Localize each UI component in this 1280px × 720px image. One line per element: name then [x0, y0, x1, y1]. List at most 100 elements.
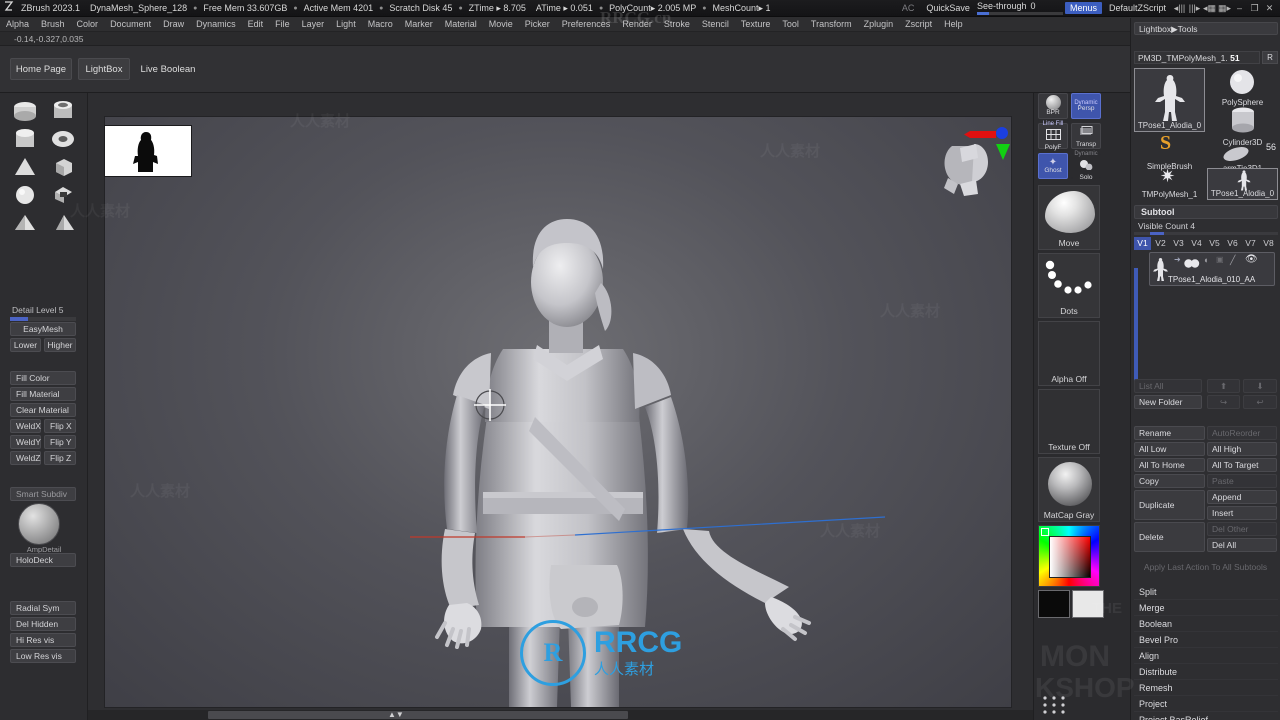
all-high-button[interactable]: All High [1207, 442, 1277, 456]
scroll-arrows-icon[interactable]: ▲▼ [388, 710, 404, 719]
op-remesh[interactable]: Remesh [1134, 680, 1278, 696]
higher-button[interactable]: Higher [44, 338, 76, 352]
scrollbar-thumb[interactable] [208, 711, 628, 719]
vtab-v1[interactable]: V1 [1134, 237, 1151, 250]
all-to-target-button[interactable]: All To Target [1207, 458, 1277, 472]
op-split[interactable]: Split [1134, 584, 1278, 600]
menu-item-transform[interactable]: Transform [805, 19, 858, 29]
vtab-v2[interactable]: V2 [1152, 237, 1169, 250]
transpose-icon[interactable] [1040, 693, 1070, 719]
delete-button[interactable]: Delete [1134, 522, 1205, 552]
cube-icon[interactable] [44, 153, 82, 181]
easymesh-button[interactable]: EasyMesh [10, 322, 76, 336]
lower-button[interactable]: Lower [10, 338, 41, 352]
subtool-list-item[interactable]: ➜ ◖ ▣ ╱ 👁 TPose1_Alodia_010_AA [1149, 252, 1275, 286]
new-folder-button[interactable]: New Folder [1134, 395, 1202, 409]
menu-item-draw[interactable]: Draw [157, 19, 190, 29]
transp-button[interactable]: Transp [1071, 123, 1101, 149]
hi-res-vis-button[interactable]: Hi Res vis [10, 633, 76, 647]
vtab-v5[interactable]: V5 [1206, 237, 1223, 250]
menu-item-document[interactable]: Document [104, 19, 157, 29]
subtool-paint-icon[interactable]: ╱ [1230, 255, 1235, 266]
menu-item-color[interactable]: Color [71, 19, 105, 29]
current-stroke-slot[interactable]: Dots [1038, 253, 1100, 318]
del-all-button[interactable]: Del All [1207, 538, 1277, 552]
flipy-button[interactable]: Flip Y [44, 435, 76, 449]
quicksave-button[interactable]: QuickSave [921, 3, 975, 13]
flipx-button[interactable]: Flip X [44, 419, 76, 433]
view-orientation-gizmo[interactable] [930, 118, 1010, 198]
menu-item-edit[interactable]: Edit [242, 19, 270, 29]
rename-button[interactable]: Rename [1134, 426, 1205, 440]
subtool-section-header[interactable]: Subtool [1134, 205, 1278, 219]
menu-item-stencil[interactable]: Stencil [696, 19, 735, 29]
color-picker-sv-area[interactable] [1049, 536, 1091, 578]
op-project-basrelief[interactable]: Project BasRelief [1134, 712, 1278, 720]
vtab-v6[interactable]: V6 [1224, 237, 1241, 250]
paste-button[interactable]: Paste [1207, 474, 1277, 488]
op-merge[interactable]: Merge [1134, 600, 1278, 616]
fill-material-button[interactable]: Fill Material [10, 387, 76, 401]
low-res-vis-button[interactable]: Low Res vis [10, 649, 76, 663]
document-viewport[interactable] [104, 116, 1012, 708]
tool-tile-tpose1-alodia-b[interactable]: TPose1_Alodia_0 [1207, 168, 1278, 200]
tool-tile-tpose1-alodia-a[interactable]: TPose1_Alodia_0 [1134, 68, 1205, 132]
all-to-home-button[interactable]: All To Home [1134, 458, 1205, 472]
menu-item-movie[interactable]: Movie [483, 19, 519, 29]
weldx-button[interactable]: WeldX [10, 419, 41, 433]
minimize-button[interactable]: – [1233, 3, 1246, 13]
vtab-v4[interactable]: V4 [1188, 237, 1205, 250]
persp-button[interactable]: Dynamic Persp [1071, 93, 1101, 119]
zscript-label[interactable]: DefaultZScript [1104, 3, 1171, 13]
palette-left-icon[interactable]: ◂▦ [1203, 3, 1216, 14]
menu-item-light[interactable]: Light [330, 19, 362, 29]
frame-cube-icon[interactable] [44, 181, 82, 209]
see-through-slider[interactable]: See-through 0 [977, 1, 1063, 15]
menu-item-tool[interactable]: Tool [776, 19, 805, 29]
eye-icon[interactable]: 👁 [1245, 254, 1258, 265]
radial-sym-button[interactable]: Radial Sym [10, 601, 76, 615]
vtab-v8[interactable]: V8 [1260, 237, 1277, 250]
document-thumbnail[interactable] [104, 125, 192, 177]
tool-r-button[interactable]: R [1262, 51, 1278, 64]
subtool-mask-icon[interactable]: ▣ [1216, 255, 1224, 264]
op-align[interactable]: Align [1134, 648, 1278, 664]
weldz-button[interactable]: WeldZ [10, 451, 41, 465]
cylinder-tall-icon[interactable] [6, 125, 44, 153]
menu-item-help[interactable]: Help [938, 19, 969, 29]
fill-color-button[interactable]: Fill Color [10, 371, 76, 385]
del-hidden-button[interactable]: Del Hidden [10, 617, 76, 631]
smart-subdiv-button[interactable]: Smart Subdiv [10, 487, 76, 501]
cylinder-solid-icon[interactable] [6, 97, 44, 125]
secondary-color-swatch[interactable] [1038, 590, 1070, 618]
menu-item-texture[interactable]: Texture [735, 19, 777, 29]
lightbox-button[interactable]: LightBox [78, 58, 130, 80]
cone-icon[interactable] [6, 153, 44, 181]
menu-item-zscript[interactable]: Zscript [899, 19, 938, 29]
weldy-button[interactable]: WeldY [10, 435, 41, 449]
clear-material-button[interactable]: Clear Material [10, 403, 76, 417]
vtab-v3[interactable]: V3 [1170, 237, 1187, 250]
sphere-icon[interactable] [6, 181, 44, 209]
flipz-button[interactable]: Flip Z [44, 451, 76, 465]
visible-count-slider[interactable] [1134, 232, 1278, 235]
current-material-slot[interactable]: MatCap Gray [1038, 457, 1100, 522]
detail-level-slider[interactable] [10, 317, 76, 321]
menu-item-material[interactable]: Material [439, 19, 483, 29]
subtool-visibility-icon[interactable] [1184, 255, 1200, 273]
canvas-area[interactable] [88, 93, 1033, 720]
menu-item-stroke[interactable]: Stroke [658, 19, 696, 29]
subtool-list-scrollbar[interactable] [1134, 268, 1138, 390]
color-picker[interactable] [1038, 525, 1100, 587]
home-page-button[interactable]: Home Page [10, 58, 72, 80]
menu-item-render[interactable]: Render [616, 19, 658, 29]
insert-button[interactable]: Insert [1207, 506, 1277, 520]
live-boolean-button[interactable]: Live Boolean [136, 58, 200, 80]
op-boolean[interactable]: Boolean [1134, 616, 1278, 632]
close-button[interactable]: ✕ [1263, 3, 1276, 14]
lightbox-tools-header[interactable]: Lightbox▶Tools [1134, 22, 1278, 35]
move-up-button[interactable]: ⬆ [1207, 379, 1240, 393]
canvas-horizontal-scrollbar[interactable]: ▲▼ [88, 710, 1033, 720]
menu-item-layer[interactable]: Layer [296, 19, 331, 29]
vtab-v7[interactable]: V7 [1242, 237, 1259, 250]
